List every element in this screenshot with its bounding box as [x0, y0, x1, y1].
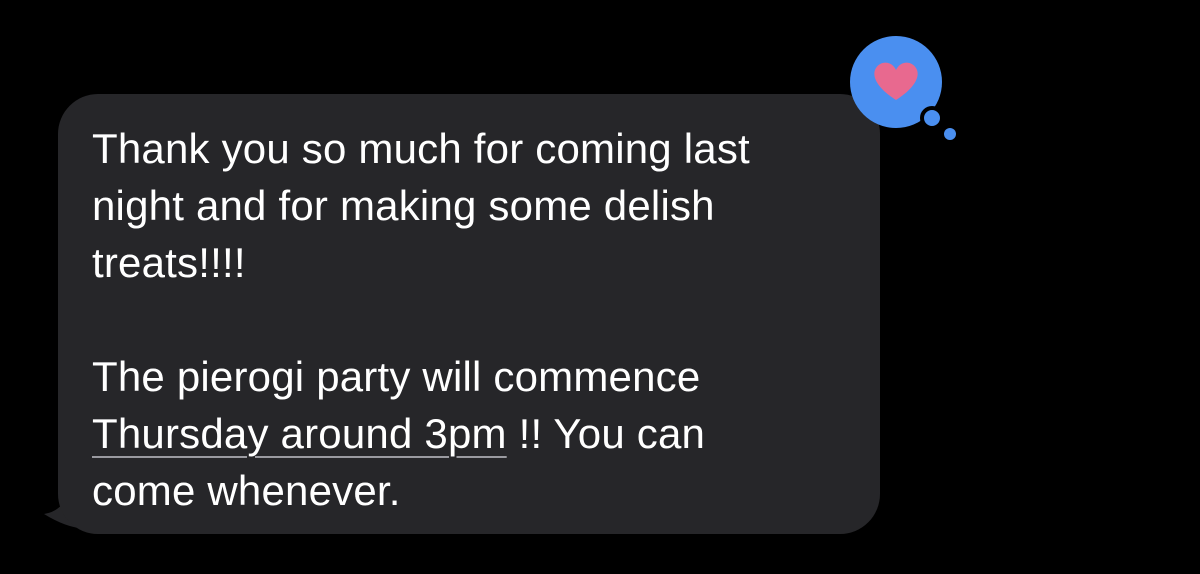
message-line: come whenever.: [92, 467, 401, 514]
partial-header-glyph: [560, 0, 590, 10]
heart-tapback-reaction[interactable]: [846, 34, 958, 142]
message-line: treats!!!!: [92, 239, 246, 286]
message-line-rest: !! You can: [506, 410, 706, 457]
date-time-link[interactable]: Thursday around 3pm: [92, 410, 507, 457]
message-line: Thank you so much for coming last: [92, 125, 750, 172]
message-line: The pierogi party will commence: [92, 353, 701, 400]
message-text: Thank you so much for coming last night …: [92, 120, 852, 519]
message-line: night and for making some delish: [92, 182, 715, 229]
message-line-with-link: Thursday around 3pm !! You can: [92, 405, 852, 462]
received-message-bubble[interactable]: Thank you so much for coming last night …: [40, 94, 882, 536]
